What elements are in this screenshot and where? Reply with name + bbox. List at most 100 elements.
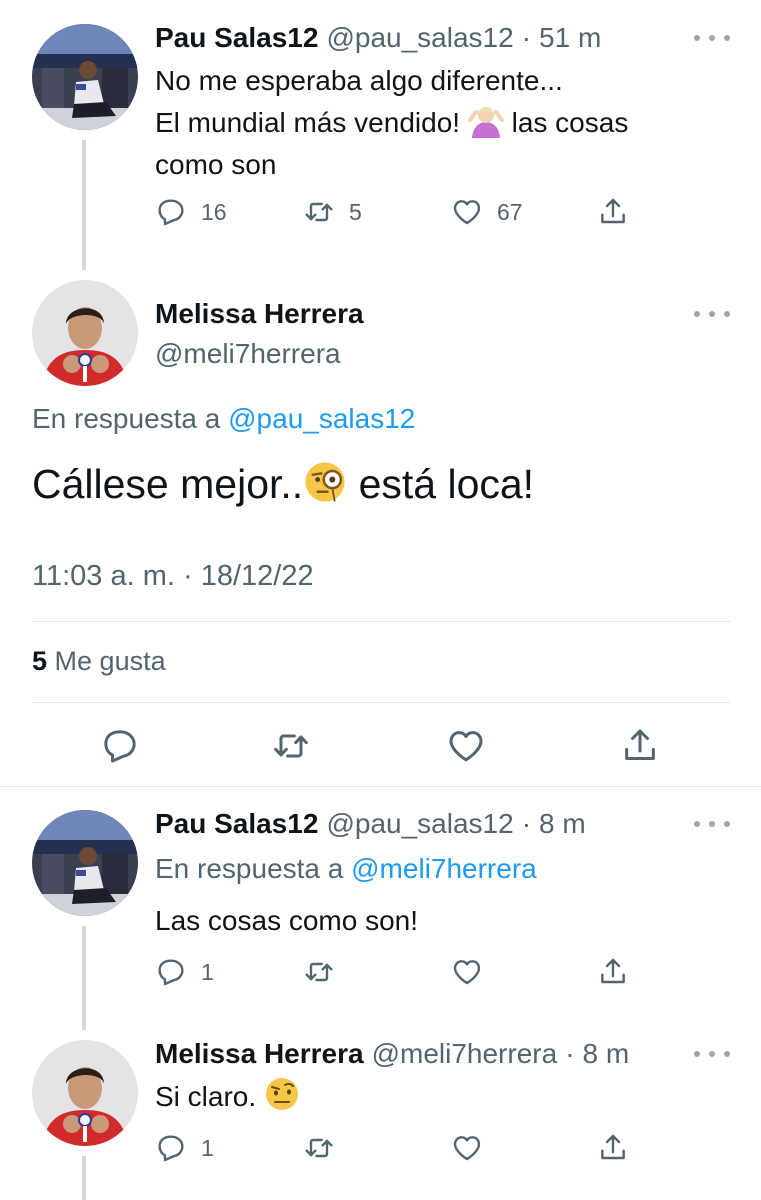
tweet-text-part: Cállese mejor..: [32, 461, 304, 507]
action-bar: 1: [155, 1132, 629, 1164]
retweet-count: 5: [349, 198, 362, 225]
tweet-text: Las cosas como son!: [155, 905, 419, 936]
thread-line: [82, 926, 86, 1030]
author-handle[interactable]: @meli7herrera: [372, 1038, 558, 1070]
monocle-emoji: [305, 462, 345, 502]
like-button[interactable]: [451, 1132, 597, 1164]
retweet-button[interactable]: [271, 726, 311, 771]
shrug-emoji: [467, 107, 504, 138]
tweet-line: El mundial más vendido! las cosas: [155, 102, 715, 144]
tweet-line-part: El mundial más vendido!: [155, 107, 461, 138]
tweet-line: No me esperaba algo diferente...: [155, 65, 563, 96]
divider: [0, 786, 761, 787]
action-bar: 1: [155, 956, 629, 988]
reply-button[interactable]: [100, 726, 140, 771]
reply-context: En respuesta a @pau_salas12: [32, 403, 415, 435]
tweet-text-part: está loca!: [358, 461, 535, 507]
avatar[interactable]: [32, 24, 138, 130]
reply-count: 16: [201, 198, 227, 225]
share-icon: [597, 1132, 629, 1164]
tweet-line: como son: [155, 149, 277, 180]
separator-dot: ·: [521, 808, 532, 839]
like-button[interactable]: 67: [451, 196, 597, 228]
reply-to-link[interactable]: @pau_salas12: [228, 403, 415, 434]
author-handle[interactable]: @pau_salas12: [326, 22, 513, 54]
reply-prefix: En respuesta a: [155, 853, 344, 884]
raised-eyebrow-emoji: [265, 1078, 298, 1110]
action-bar: 16 5 67: [155, 196, 629, 228]
reply-prefix: En respuesta a: [32, 403, 221, 434]
author-name[interactable]: Pau Salas12: [155, 808, 318, 840]
avatar-image: [32, 24, 138, 130]
retweet-icon: [303, 956, 335, 988]
retweet-button[interactable]: 5: [303, 196, 451, 228]
share-button[interactable]: [620, 726, 660, 771]
divider: [32, 702, 730, 703]
more-icon[interactable]: [694, 304, 730, 324]
share-button[interactable]: [597, 196, 629, 228]
likes-label: Me gusta: [54, 646, 166, 676]
like-icon: [451, 1132, 483, 1164]
more-icon[interactable]: [694, 814, 730, 834]
tweet-header: Pau Salas12 @pau_salas12 · 8 m: [155, 808, 586, 840]
reply-icon: [155, 1132, 187, 1164]
retweet-icon: [303, 196, 335, 228]
thread-line: [82, 1156, 86, 1200]
like-icon: [451, 956, 483, 988]
separator-dot: ·: [565, 1038, 575, 1069]
tweet-time[interactable]: 8 m: [583, 1038, 630, 1070]
like-button[interactable]: [446, 726, 486, 771]
thread-line: [82, 140, 86, 270]
share-button[interactable]: [597, 956, 629, 988]
tweet-line-part: las cosas: [511, 107, 629, 138]
tweet-text-part: Si claro.: [155, 1081, 257, 1112]
author-handle[interactable]: @meli7herrera: [155, 338, 341, 370]
reply-icon: [155, 956, 187, 988]
avatar[interactable]: [32, 280, 138, 386]
avatar[interactable]: [32, 1040, 138, 1146]
avatar[interactable]: [32, 810, 138, 916]
reply-button[interactable]: 16: [155, 196, 303, 228]
reply-button[interactable]: 1: [155, 956, 303, 988]
reply-count: 1: [201, 958, 214, 985]
share-icon: [597, 956, 629, 988]
retweet-button[interactable]: [303, 1132, 451, 1164]
separator-dot: ·: [521, 22, 532, 53]
tweet-header: Melissa Herrera @meli7herrera · 8 m: [155, 1038, 629, 1070]
reply-icon: [155, 196, 187, 228]
share-icon: [620, 726, 660, 766]
tweet-time[interactable]: 8 m: [539, 808, 586, 840]
likes-total: 5: [32, 646, 48, 676]
author-name[interactable]: Melissa Herrera: [155, 1038, 364, 1070]
author-name[interactable]: Melissa Herrera: [155, 298, 364, 330]
tweet-time[interactable]: 51 m: [539, 22, 601, 54]
retweet-icon: [303, 1132, 335, 1164]
author-handle[interactable]: @pau_salas12: [326, 808, 513, 840]
like-count: 67: [497, 198, 523, 225]
divider: [32, 621, 730, 622]
reply-button[interactable]: 1: [155, 1132, 303, 1164]
reply-count: 1: [201, 1134, 214, 1161]
retweet-button[interactable]: [303, 956, 451, 988]
likes-summary[interactable]: 5 Me gusta: [32, 646, 166, 677]
tweet-timestamp[interactable]: 11:03 a. m. · 18/12/22: [32, 560, 314, 593]
reply-icon: [100, 726, 140, 766]
share-icon: [597, 196, 629, 228]
tweet-text: No me esperaba algo diferente... El mund…: [155, 60, 715, 186]
like-icon: [451, 196, 483, 228]
share-button[interactable]: [597, 1132, 629, 1164]
like-icon: [446, 726, 486, 766]
avatar-image: [32, 810, 138, 916]
tweet-header: Pau Salas12 @pau_salas12 · 51 m: [155, 22, 601, 54]
main-tweet-text: Cállese mejor.. está loca!: [32, 460, 534, 508]
like-button[interactable]: [451, 956, 597, 988]
reply-to-link[interactable]: @meli7herrera: [351, 853, 537, 884]
avatar-image: [32, 1040, 138, 1146]
tweet-text: Si claro.: [155, 1076, 300, 1118]
author-name[interactable]: Pau Salas12: [155, 22, 318, 54]
retweet-icon: [271, 726, 311, 766]
more-icon[interactable]: [694, 1044, 730, 1064]
avatar-image: [32, 280, 138, 386]
reply-context: En respuesta a @meli7herrera: [155, 853, 537, 885]
more-icon[interactable]: [694, 28, 730, 48]
